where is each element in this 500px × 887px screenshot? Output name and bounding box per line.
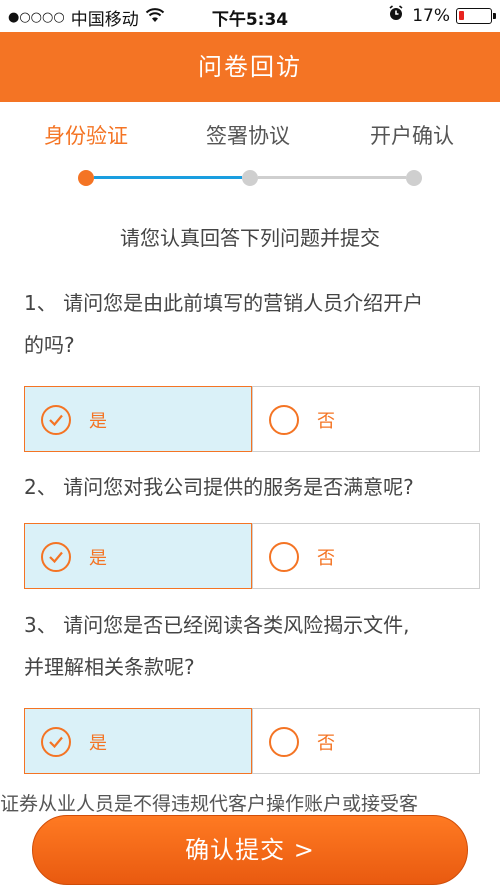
progress-line-pending: [258, 176, 406, 179]
page-title: 问卷回访: [198, 53, 302, 81]
battery-percent: 17%: [412, 5, 450, 26]
submit-button[interactable]: 确认提交 >: [32, 815, 468, 885]
question-text: 3、 请问您是否已经阅读各类风险揭示文件,: [24, 613, 410, 637]
alarm-icon: [388, 5, 404, 26]
question-1-options: 是 否: [24, 386, 480, 452]
question-text: 的吗?: [24, 333, 75, 357]
answer-label: 否: [317, 548, 335, 569]
radio-circle-icon: [269, 542, 299, 572]
question-1: 1、 请问您是由此前填写的营销人员介绍开户 的吗?: [24, 282, 480, 366]
answer-yes-option[interactable]: 是: [24, 386, 252, 452]
check-circle-icon: [41, 542, 71, 572]
check-circle-icon: [41, 727, 71, 757]
step-dot-pending: [242, 170, 258, 186]
answer-no-option[interactable]: 否: [252, 386, 480, 452]
question-2-options: 是 否: [24, 523, 480, 589]
radio-circle-icon: [269, 727, 299, 757]
status-bar: ●○○○○ 中国移动 下午5:34 17%: [0, 0, 500, 32]
answer-no-option[interactable]: 否: [252, 708, 480, 774]
question-text: 1、 请问您是由此前填写的营销人员介绍开户: [24, 291, 424, 315]
compliance-notice: 证券从业人员是不得违规代客户操作账户或接受客: [0, 793, 419, 815]
answer-label: 是: [89, 548, 107, 569]
answer-yes-option[interactable]: 是: [24, 523, 252, 589]
page-header: 问卷回访: [0, 32, 500, 102]
check-circle-icon: [41, 405, 71, 435]
answer-label: 否: [317, 733, 335, 754]
answer-no-option[interactable]: 否: [252, 523, 480, 589]
battery-icon: [456, 7, 496, 24]
step-sign-agreement: 签署协议: [206, 124, 290, 148]
submit-button-label: 确认提交 >: [185, 836, 315, 864]
status-right: 17%: [388, 5, 496, 26]
step-dot-active: [78, 170, 94, 186]
step-identity-verification: 身份验证: [44, 124, 128, 148]
step-dot-pending: [406, 170, 422, 186]
progress-line-complete: [94, 176, 242, 179]
question-3: 3、 请问您是否已经阅读各类风险揭示文件, 并理解相关条款呢?: [24, 604, 480, 688]
questionnaire-prompt: 请您认真回答下列问题并提交: [120, 226, 380, 250]
battery-level: [459, 10, 464, 20]
question-3-options: 是 否: [24, 708, 480, 774]
question-2: 2、 请问您对我公司提供的服务是否满意呢?: [24, 466, 480, 508]
answer-label: 是: [89, 411, 107, 432]
step-account-confirmation: 开户确认: [370, 124, 454, 148]
question-text: 2、 请问您对我公司提供的服务是否满意呢?: [24, 475, 414, 499]
answer-label: 否: [317, 411, 335, 432]
answer-label: 是: [89, 733, 107, 754]
radio-circle-icon: [269, 405, 299, 435]
question-text: 并理解相关条款呢?: [24, 655, 195, 679]
battery-tip: [493, 12, 496, 19]
answer-yes-option[interactable]: 是: [24, 708, 252, 774]
